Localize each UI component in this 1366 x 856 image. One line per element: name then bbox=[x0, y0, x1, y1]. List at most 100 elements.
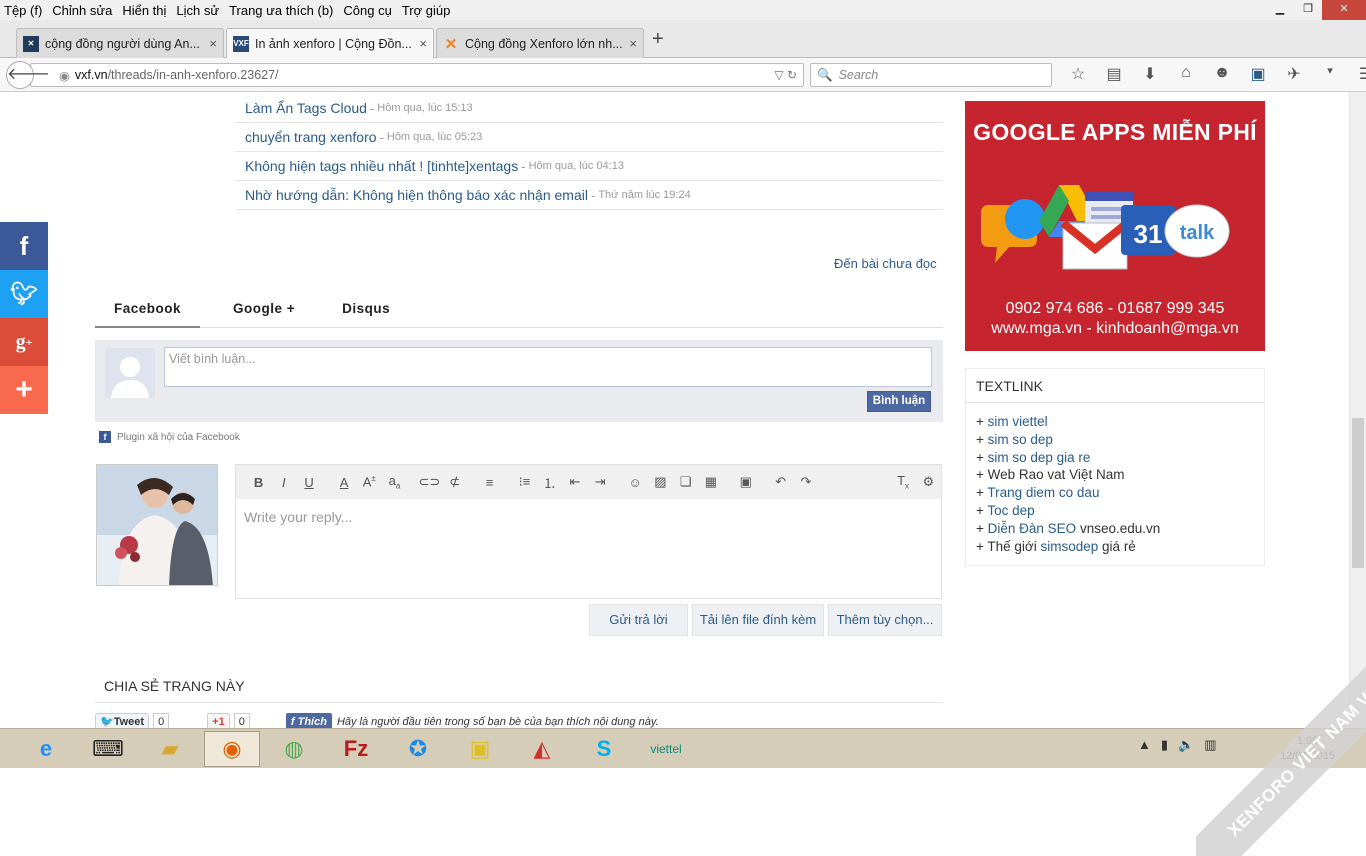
textlink-link[interactable]: sim viettel bbox=[988, 414, 1048, 429]
underline-icon[interactable]: U bbox=[296, 475, 321, 490]
addon-icon[interactable]: ▣ bbox=[1240, 64, 1276, 84]
menu-file[interactable]: Tệp (f) bbox=[4, 3, 42, 18]
indent-icon[interactable]: ⇥ bbox=[588, 474, 613, 490]
textlink-link[interactable]: sim so dep bbox=[988, 432, 1053, 447]
remove-format-icon[interactable]: Tx bbox=[890, 473, 915, 491]
tab-facebook[interactable]: Facebook bbox=[95, 292, 201, 328]
tab-google-plus[interactable]: Google + bbox=[214, 292, 314, 328]
textlink-link[interactable]: Toc dep bbox=[987, 503, 1034, 518]
align-icon[interactable]: ≡ bbox=[477, 475, 502, 490]
url-bar[interactable]: ◉ vxf.vn /threads/in-anh-xenforo.23627/ … bbox=[30, 63, 804, 87]
home-icon[interactable]: ⌂ bbox=[1168, 64, 1204, 84]
close-tab-icon[interactable]: × bbox=[629, 36, 637, 51]
close-window-icon[interactable]: ✕ bbox=[1322, 0, 1366, 20]
font-size-icon[interactable]: A± bbox=[357, 474, 382, 489]
more-options-button[interactable]: Thêm tùy chọn... bbox=[828, 604, 942, 636]
tab-in-anh-xenforo[interactable]: VXF In ảnh xenforo | Cộng Đồn... × bbox=[226, 28, 434, 58]
download-icon[interactable]: ⬇ bbox=[1132, 64, 1168, 84]
post-comment-button[interactable]: Bình luận bbox=[867, 391, 931, 412]
facebook-share-icon[interactable]: f bbox=[0, 222, 48, 270]
tray-arrow-icon[interactable]: ▲ bbox=[1138, 737, 1151, 753]
tab-android-community[interactable]: ✕ cộng đồng người dùng An... × bbox=[16, 28, 224, 58]
textlink-link[interactable]: simsodep bbox=[1041, 539, 1099, 554]
menu-tools[interactable]: Công cụ bbox=[343, 3, 391, 18]
keyboard-app-icon[interactable]: ⌨ bbox=[80, 731, 136, 767]
undo-icon[interactable]: ↶ bbox=[768, 474, 793, 490]
back-button[interactable]: 🡐 bbox=[6, 61, 50, 89]
numbered-list-icon[interactable]: ⒈ bbox=[537, 473, 562, 492]
textlink-link[interactable]: Diễn Đàn SEO bbox=[988, 521, 1077, 536]
menu-help[interactable]: Trợ giúp bbox=[402, 3, 451, 18]
safari-icon[interactable]: ✪ bbox=[390, 731, 446, 767]
close-tab-icon[interactable]: × bbox=[419, 36, 427, 51]
coccoc-icon[interactable]: ◍ bbox=[266, 731, 322, 767]
tab-xenforo-community[interactable]: ✕ Cộng đồng Xenforo lớn nh... × bbox=[436, 28, 644, 58]
minimize-icon[interactable]: ▁ bbox=[1266, 0, 1294, 20]
volume-icon[interactable]: 🔈 bbox=[1178, 737, 1194, 753]
twitter-share-icon[interactable]: 🐦︎ bbox=[0, 270, 48, 318]
menu-bookmarks[interactable]: Trang ưa thích (b) bbox=[229, 3, 333, 18]
media-icon[interactable]: ❏ bbox=[673, 474, 698, 490]
sticky-notes-icon[interactable]: ▣ bbox=[452, 731, 508, 767]
thread-link[interactable]: Nhờ hướng dẫn: Không hiện thông báo xác … bbox=[245, 187, 588, 203]
textlink-link[interactable]: Trang diem co dau bbox=[987, 485, 1099, 500]
thread-link[interactable]: chuyển trang xenforo bbox=[245, 129, 377, 145]
firefox-icon[interactable]: ◉ bbox=[204, 731, 260, 767]
scrollbar-thumb[interactable] bbox=[1352, 418, 1364, 568]
internet-explorer-icon[interactable]: e bbox=[18, 731, 74, 767]
chat-icon[interactable]: ☻ bbox=[1204, 64, 1240, 84]
reload-icon[interactable]: ▽ ↻ bbox=[774, 68, 797, 82]
reading-list-icon[interactable]: ▤ bbox=[1096, 64, 1132, 84]
facebook-comment-input[interactable]: Viết bình luận... bbox=[164, 347, 932, 387]
textlink-link[interactable]: sim so dep gia re bbox=[988, 450, 1091, 465]
menu-view[interactable]: Hiển thị bbox=[122, 3, 166, 18]
save-draft-icon[interactable]: ▣ bbox=[733, 474, 758, 490]
smiley-icon[interactable]: ☺ bbox=[623, 475, 648, 490]
maximize-icon[interactable]: ❐ bbox=[1294, 0, 1322, 20]
menu-edit[interactable]: Chỉnh sửa bbox=[52, 3, 112, 18]
link-icon[interactable]: ⊂⊃ bbox=[417, 474, 442, 490]
menu-history[interactable]: Lịch sử bbox=[176, 3, 219, 18]
close-tab-icon[interactable]: × bbox=[209, 36, 217, 51]
tweet-button[interactable]: 🐦Tweet bbox=[95, 713, 150, 728]
font-color-icon[interactable]: A bbox=[331, 475, 356, 490]
bookmark-star-icon[interactable]: ☆ bbox=[1060, 64, 1096, 84]
addthis-share-icon[interactable]: + bbox=[0, 366, 48, 414]
toggle-bbcode-icon[interactable]: ⚙ bbox=[916, 474, 941, 490]
system-clock[interactable]: 1:09 12/04/2015 bbox=[1280, 734, 1335, 764]
app-icon[interactable]: ◭ bbox=[514, 731, 570, 767]
hamburger-menu-icon[interactable]: ☰ bbox=[1348, 64, 1366, 84]
tab-disqus[interactable]: Disqus bbox=[323, 292, 409, 328]
facebook-like-button[interactable]: f Thích bbox=[285, 713, 332, 728]
scrollbar[interactable] bbox=[1349, 92, 1366, 728]
google-plus-one-button[interactable]: +1 bbox=[207, 713, 230, 728]
reply-input[interactable]: Write your reply... bbox=[236, 499, 941, 535]
redo-icon[interactable]: ↷ bbox=[793, 474, 818, 490]
upload-attachment-button[interactable]: Tải lên file đính kèm bbox=[692, 604, 824, 636]
italic-icon[interactable]: I bbox=[271, 475, 296, 490]
network-icon[interactable]: ▥ bbox=[1204, 737, 1216, 753]
extension-icon[interactable]: ✈ bbox=[1276, 64, 1312, 84]
google-plus-share-icon[interactable]: g + bbox=[0, 318, 48, 366]
post-reply-button[interactable]: Gửi trả lời bbox=[589, 604, 688, 636]
unread-posts-link[interactable]: Đến bài chưa đọc bbox=[834, 256, 937, 271]
bullet-list-icon[interactable]: ⁝≡ bbox=[512, 474, 537, 490]
viettel-icon[interactable]: viettel bbox=[638, 731, 694, 767]
image-icon[interactable]: ▨ bbox=[648, 474, 673, 490]
dropdown-icon[interactable]: ▾ bbox=[1312, 64, 1348, 84]
battery-icon[interactable]: ▮ bbox=[1161, 737, 1168, 753]
file-explorer-icon[interactable]: ▰ bbox=[142, 731, 198, 767]
filezilla-icon[interactable]: Fz bbox=[328, 731, 384, 767]
unlink-icon[interactable]: ⊄ bbox=[442, 474, 467, 490]
quote-icon[interactable]: ▦ bbox=[698, 474, 723, 490]
search-input[interactable]: 🔍 Search bbox=[810, 63, 1052, 87]
list-item[interactable]: + Web Rao vat Việt Nam bbox=[976, 466, 1254, 484]
thread-link[interactable]: Không hiện tags nhiều nhất ! [tinhte]xen… bbox=[245, 158, 518, 174]
bold-icon[interactable]: B bbox=[246, 475, 271, 490]
thread-link[interactable]: Làm Ẩn Tags Cloud bbox=[245, 100, 367, 116]
google-apps-ad-banner[interactable]: GOOGLE APPS MIỄN PHÍ 31 talk 0902 974 68… bbox=[965, 101, 1265, 351]
font-family-icon[interactable]: aa bbox=[382, 473, 407, 491]
new-tab-button[interactable]: + bbox=[652, 28, 664, 51]
outdent-icon[interactable]: ⇤ bbox=[562, 474, 587, 490]
skype-icon[interactable]: S bbox=[576, 731, 632, 767]
